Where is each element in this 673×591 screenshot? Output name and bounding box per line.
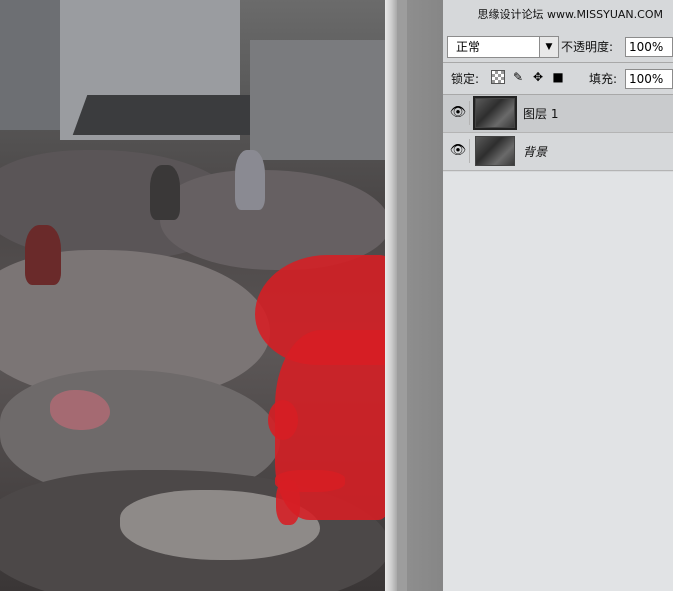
chevron-down-icon[interactable]: ▼ — [539, 37, 558, 57]
lock-brush-icon[interactable]: ✎ — [511, 70, 525, 84]
person-figure — [150, 165, 180, 220]
eye-icon[interactable]: 👁 — [447, 139, 470, 163]
layer-row[interactable]: 👁 图层 1 — [443, 95, 673, 133]
layers-panel: 思缘设计论坛 www.MISSYUAN.COM 正常 ▼ 不透明度: 100% … — [443, 0, 673, 591]
blend-mode-select[interactable]: 正常 ▼ — [447, 36, 559, 58]
lock-move-icon[interactable]: ✥ — [531, 70, 545, 84]
blend-opacity-row: 正常 ▼ 不透明度: 100% — [443, 34, 673, 60]
watermark-text: 思缘设计论坛 www.MISSYUAN.COM — [477, 8, 663, 21]
layer-row[interactable]: 👁 背景 — [443, 133, 673, 171]
person-figure — [25, 225, 61, 285]
fill-input[interactable]: 100% — [625, 69, 673, 89]
blend-mode-value: 正常 — [456, 40, 481, 54]
opacity-label: 不透明度: — [561, 40, 614, 54]
fill-label: 填充: — [589, 72, 618, 86]
layer-name: 图层 1 — [523, 107, 559, 121]
layer-thumbnail — [473, 96, 517, 130]
image-canvas[interactable] — [0, 0, 385, 591]
opacity-input[interactable]: 100% — [625, 37, 673, 57]
rubble — [50, 390, 110, 430]
divider — [443, 62, 673, 63]
panel-divider — [397, 0, 407, 591]
background-building — [0, 0, 60, 130]
lock-all-icon[interactable]: ■ — [551, 70, 565, 84]
panel-gutter — [407, 0, 443, 591]
lock-label: 锁定: — [451, 72, 480, 86]
lock-fill-row: 锁定: ✎ ✥ ■ 填充: 100% — [443, 66, 673, 92]
layer-thumbnail — [475, 136, 515, 166]
layers-list-empty-area — [443, 172, 673, 591]
quick-mask-selection — [276, 480, 300, 525]
quick-mask-selection — [268, 400, 298, 440]
eye-icon[interactable]: 👁 — [447, 101, 470, 125]
layer-name: 背景 — [523, 145, 548, 159]
person-figure — [235, 150, 265, 210]
background-building — [250, 40, 385, 160]
panel-divider — [385, 0, 397, 591]
lock-transparent-icon[interactable] — [491, 70, 505, 84]
